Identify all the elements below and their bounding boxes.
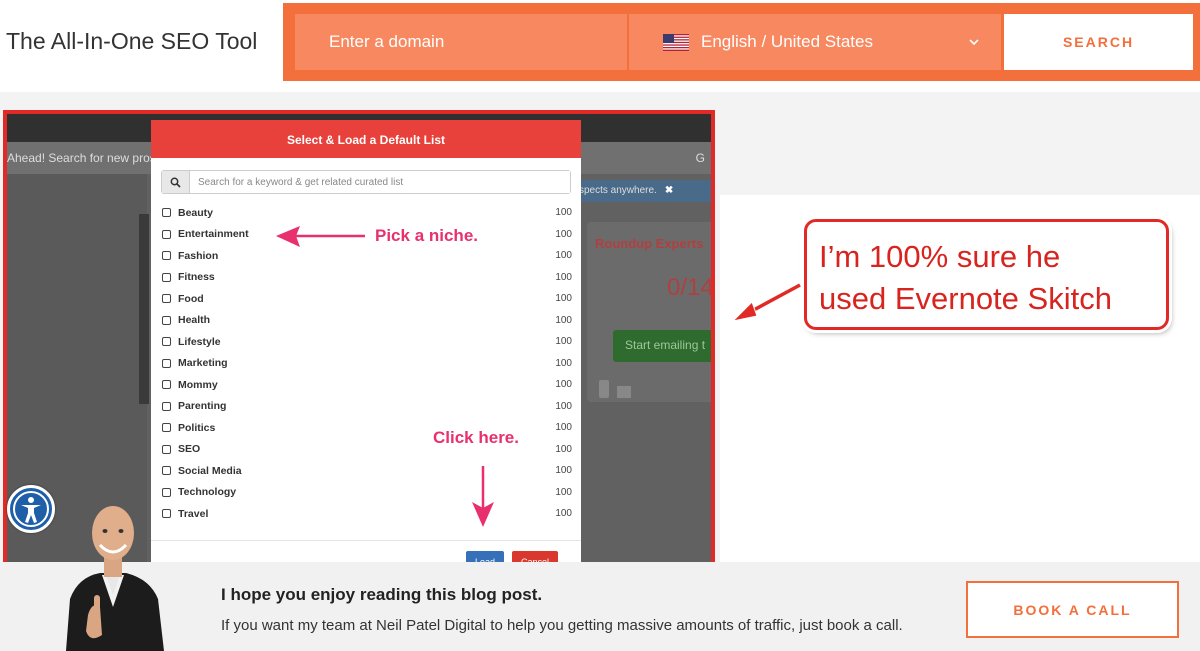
checkbox[interactable] [162,272,171,282]
item-count: 100 [555,400,572,412]
callout-line: I’m 100% sure he [819,239,1061,274]
item-count: 100 [555,250,572,262]
checkbox[interactable] [162,358,171,368]
checkbox[interactable] [162,294,171,304]
modal-title: Select & Load a Default List [151,120,581,158]
accessibility-icon [13,491,49,527]
item-label: Entertainment [178,228,249,241]
item-count: 100 [555,443,572,455]
evernote-callout: I’m 100% sure he used Evernote Skitch [804,219,1169,330]
modal-divider [151,540,581,541]
avatar [66,506,164,651]
list-item[interactable]: Entertainment 100 [162,224,572,246]
chevron-down-icon [969,39,979,46]
card-count: 0/14 [667,274,714,301]
accessibility-button[interactable] [7,485,55,533]
item-label: Fashion [178,249,219,262]
list-item[interactable]: Health 100 [162,310,572,332]
list-item[interactable]: Mommy 100 [162,374,572,396]
site-title: The All-In-One SEO Tool [6,28,258,54]
language-label: English / United States [701,32,873,51]
item-label: Beauty [178,206,214,219]
item-count: 100 [555,486,572,498]
checkbox[interactable] [162,444,171,454]
item-label: Fitness [178,271,215,284]
item-label: Lifestyle [178,335,221,348]
item-label: SEO [178,443,201,456]
language-select[interactable]: English / United States [629,14,1001,70]
keyword-search-input[interactable] [190,171,570,193]
notice-text: spects anywhere. [579,185,657,196]
list-item[interactable]: Fitness 100 [162,267,572,289]
niche-list: Beauty 100 Entertainment 100 Fashion 100 Fi… [162,202,572,525]
modal-search [161,170,571,194]
item-count: 100 [555,336,572,348]
card-icon [617,386,631,398]
banner-title: I hope you enjoy reading this blog post. [221,585,543,604]
checkbox[interactable] [162,315,171,325]
item-label: Social Media [178,464,242,477]
search-button[interactable]: SEARCH [1004,14,1193,70]
book-call-banner: I hope you enjoy reading this blog post.… [0,562,1200,651]
item-count: 100 [555,293,572,305]
callout-text: I’m 100% sure he used Evernote Skitch [819,236,1112,320]
checkbox[interactable] [162,380,171,390]
book-call-button[interactable]: BOOK A CALL [966,581,1179,638]
checkbox[interactable] [162,229,171,239]
checkbox[interactable] [162,337,171,347]
url-bar-right-text: G [695,151,705,165]
roundup-card: Roundup Experts 0/14 Start emailing t [587,222,714,402]
item-count: 100 [555,207,572,219]
notice-close-icon: ✖ [664,185,674,196]
item-count: 100 [555,357,572,369]
domain-input[interactable] [295,14,627,70]
item-count: 100 [555,314,572,326]
item-count: 100 [555,508,572,520]
item-count: 100 [555,271,572,283]
checkbox[interactable] [162,401,171,411]
url-bar-text: Ahead! Search for new prospe [7,151,170,165]
banner-subtitle: If you want my team at Neil Patel Digita… [221,617,903,634]
item-count: 100 [555,422,572,434]
item-label: Technology [178,486,237,499]
list-item[interactable]: Lifestyle 100 [162,331,572,353]
checkbox[interactable] [162,208,171,218]
list-item[interactable]: Food 100 [162,288,572,310]
item-label: Parenting [178,400,227,413]
item-label: Marketing [178,357,228,370]
checkbox[interactable] [162,251,171,261]
item-label: Politics [178,421,216,434]
item-label: Mommy [178,378,218,391]
default-list-modal: Select & Load a Default List Beauty 100 E… [151,120,581,574]
click-here-annotation: Click here. [433,428,519,447]
item-count: 100 [555,465,572,477]
us-flag-icon [663,33,689,51]
search-icon [162,171,190,193]
list-item[interactable]: Fashion 100 [162,245,572,267]
item-count: 100 [555,379,572,391]
list-item[interactable]: Marketing 100 [162,353,572,375]
domain-search-bar: English / United States SEARCH [283,3,1200,81]
list-item[interactable]: Travel 100 [162,503,572,525]
screenshot-divider [139,214,149,404]
card-title: Roundup Experts [595,236,704,251]
start-emailing-button: Start emailing t [613,330,711,362]
callout-line: used Evernote Skitch [819,281,1112,316]
pick-niche-annotation: Pick a niche. [375,226,478,245]
screenshot-notice: spects anywhere. ✖ [575,180,711,202]
item-label: Food [178,292,204,305]
item-label: Travel [178,507,209,520]
list-item[interactable]: Beauty 100 [162,202,572,224]
item-count: 100 [555,228,572,240]
checkbox[interactable] [162,423,171,433]
list-item[interactable]: Technology 100 [162,482,572,504]
card-icon [599,380,609,398]
list-item[interactable]: Social Media 100 [162,460,572,482]
item-label: Health [178,314,211,327]
list-item[interactable]: Parenting 100 [162,396,572,418]
checkbox[interactable] [162,466,171,476]
